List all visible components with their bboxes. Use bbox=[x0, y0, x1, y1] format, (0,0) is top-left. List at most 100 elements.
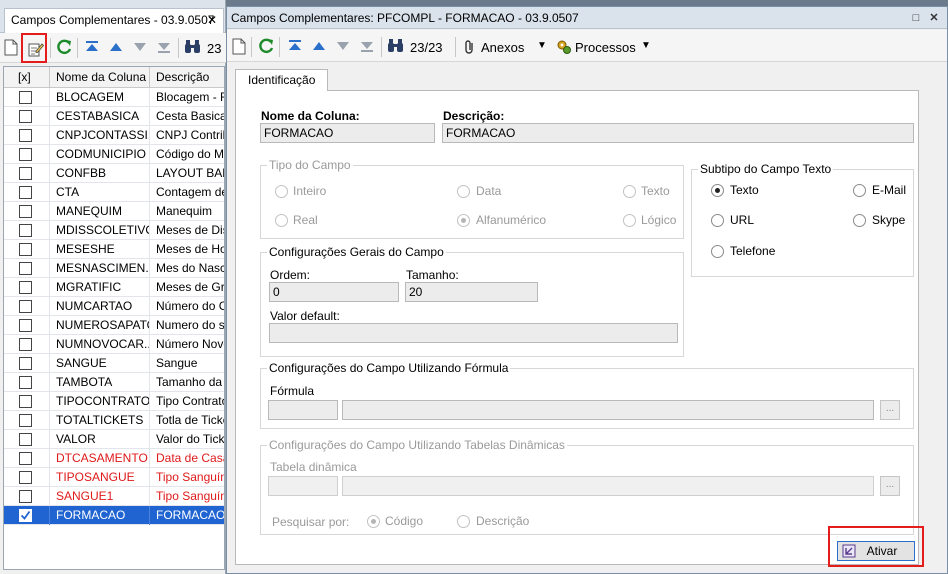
row-checkbox[interactable] bbox=[19, 91, 32, 104]
table-row[interactable]: NUMCARTAONúmero do Car bbox=[4, 297, 224, 316]
row-checkbox[interactable] bbox=[19, 281, 32, 294]
edit-button[interactable] bbox=[21, 33, 47, 63]
refresh-icon[interactable] bbox=[257, 37, 275, 55]
table-row[interactable]: CTAContagem de T bbox=[4, 183, 224, 202]
radio-texto[interactable] bbox=[623, 185, 636, 198]
row-name-cell[interactable]: MGRATIFIC bbox=[50, 278, 150, 297]
column-header-select[interactable]: [x] bbox=[4, 67, 50, 88]
row-description-cell[interactable]: Tipo Sanguíne bbox=[150, 468, 224, 487]
table-row[interactable]: TOTALTICKETSTotla de Ticket bbox=[4, 411, 224, 430]
row-checkbox[interactable] bbox=[19, 224, 32, 237]
row-select-cell[interactable] bbox=[4, 240, 50, 259]
radio-email[interactable] bbox=[853, 184, 866, 197]
table-row[interactable]: SANGUE1Tipo Sanguíne bbox=[4, 487, 224, 506]
row-checkbox[interactable] bbox=[19, 319, 32, 332]
table-row[interactable]: CESTABASICA Cesta Basica bbox=[4, 107, 224, 126]
last-record-icon[interactable] bbox=[359, 38, 377, 56]
radio-skype[interactable] bbox=[853, 214, 866, 227]
valor-default-field[interactable] bbox=[269, 323, 678, 343]
row-select-cell[interactable] bbox=[4, 316, 50, 335]
row-checkbox[interactable] bbox=[19, 205, 32, 218]
row-name-cell[interactable]: MDISSCOLETIVO bbox=[50, 221, 150, 240]
table-row[interactable]: CONFBBLAYOUT BANC bbox=[4, 164, 224, 183]
row-checkbox[interactable] bbox=[19, 376, 32, 389]
row-checkbox[interactable] bbox=[19, 110, 32, 123]
row-name-cell[interactable]: NUMCARTAO bbox=[50, 297, 150, 316]
table-row[interactable]: MESESHEMeses de Hora bbox=[4, 240, 224, 259]
binoculars-icon[interactable] bbox=[387, 38, 405, 56]
row-description-cell[interactable]: LAYOUT BANC bbox=[150, 164, 224, 183]
tabela-code-field[interactable] bbox=[268, 476, 338, 496]
table-row[interactable]: SANGUE Sangue bbox=[4, 354, 224, 373]
row-checkbox[interactable] bbox=[19, 471, 32, 484]
table-row[interactable]: NUMEROSAPATONumero do sap bbox=[4, 316, 224, 335]
new-document-icon[interactable] bbox=[4, 39, 22, 57]
row-name-cell[interactable]: TAMBOTA bbox=[50, 373, 150, 392]
ordem-field[interactable]: 0 bbox=[269, 282, 399, 302]
row-name-cell[interactable]: NUMEROSAPATO bbox=[50, 316, 150, 335]
last-record-icon[interactable] bbox=[156, 39, 174, 57]
first-record-icon[interactable] bbox=[84, 39, 102, 57]
row-name-cell[interactable]: TIPOCONTRATO bbox=[50, 392, 150, 411]
row-select-cell[interactable] bbox=[4, 259, 50, 278]
row-checkbox[interactable] bbox=[19, 414, 32, 427]
row-name-cell[interactable]: MESNASCIMEN... bbox=[50, 259, 150, 278]
row-name-cell[interactable]: FORMACAO bbox=[50, 506, 150, 525]
row-description-cell[interactable]: Número do Car bbox=[150, 297, 224, 316]
formula-browse-button[interactable]: ... bbox=[880, 400, 900, 420]
row-description-cell[interactable]: CNPJ Contribui bbox=[150, 126, 224, 145]
formula-field[interactable] bbox=[342, 400, 874, 420]
row-checkbox[interactable] bbox=[19, 490, 32, 503]
table-row[interactable]: MANEQUIM Manequim bbox=[4, 202, 224, 221]
radio-url[interactable] bbox=[711, 214, 724, 227]
new-document-icon[interactable] bbox=[232, 38, 250, 56]
row-select-cell[interactable] bbox=[4, 335, 50, 354]
descricao-field[interactable]: FORMACAO bbox=[442, 123, 914, 143]
row-name-cell[interactable]: BLOCAGEM bbox=[50, 88, 150, 107]
table-row[interactable]: VALORValor do Ticket bbox=[4, 430, 224, 449]
row-select-cell[interactable] bbox=[4, 126, 50, 145]
row-name-cell[interactable]: CODMUNICIPIO bbox=[50, 145, 150, 164]
column-header-description[interactable]: Descrição bbox=[150, 67, 224, 88]
row-name-cell[interactable]: CTA bbox=[50, 183, 150, 202]
previous-record-icon[interactable] bbox=[108, 39, 126, 57]
row-select-cell[interactable] bbox=[4, 449, 50, 468]
row-checkbox[interactable] bbox=[19, 509, 32, 522]
row-description-cell[interactable]: Meses de Diss bbox=[150, 221, 224, 240]
row-select-cell[interactable] bbox=[4, 278, 50, 297]
radio-subtipo-texto[interactable] bbox=[711, 184, 724, 197]
row-name-cell[interactable]: NUMNOVOCAR... bbox=[50, 335, 150, 354]
row-select-cell[interactable] bbox=[4, 468, 50, 487]
table-row[interactable]: TIPOCONTRATOTipo Contrato F bbox=[4, 392, 224, 411]
formula-code-field[interactable] bbox=[268, 400, 338, 420]
tamanho-field[interactable]: 20 bbox=[405, 282, 538, 302]
row-select-cell[interactable] bbox=[4, 411, 50, 430]
row-select-cell[interactable] bbox=[4, 183, 50, 202]
ativar-button[interactable]: Ativar bbox=[837, 541, 915, 561]
row-name-cell[interactable]: MANEQUIM bbox=[50, 202, 150, 221]
table-row[interactable]: MGRATIFICMeses de Grati bbox=[4, 278, 224, 297]
row-description-cell[interactable]: Tamanho da B bbox=[150, 373, 224, 392]
binoculars-icon[interactable] bbox=[184, 39, 202, 57]
row-description-cell[interactable]: Código do Mun bbox=[150, 145, 224, 164]
row-description-cell[interactable]: Contagem de T bbox=[150, 183, 224, 202]
tabela-dinamica-field[interactable] bbox=[342, 476, 874, 496]
radio-alfanumerico[interactable] bbox=[457, 214, 470, 227]
row-name-cell[interactable]: SANGUE1 bbox=[50, 487, 150, 506]
previous-record-icon[interactable] bbox=[311, 38, 329, 56]
tabela-browse-button[interactable]: ... bbox=[880, 476, 900, 496]
row-description-cell[interactable]: FORMACAO bbox=[150, 506, 224, 525]
row-name-cell[interactable]: VALOR bbox=[50, 430, 150, 449]
row-select-cell[interactable] bbox=[4, 145, 50, 164]
row-select-cell[interactable] bbox=[4, 373, 50, 392]
refresh-icon[interactable] bbox=[55, 38, 73, 56]
row-checkbox[interactable] bbox=[19, 300, 32, 313]
row-name-cell[interactable]: CESTABASICA bbox=[50, 107, 150, 126]
row-name-cell[interactable]: SANGUE bbox=[50, 354, 150, 373]
table-row[interactable]: MDISSCOLETIVOMeses de Diss bbox=[4, 221, 224, 240]
tab-identificacao[interactable]: Identificação bbox=[235, 69, 329, 91]
row-select-cell[interactable] bbox=[4, 430, 50, 449]
row-description-cell[interactable]: Manequim bbox=[150, 202, 224, 221]
next-record-icon[interactable] bbox=[132, 39, 150, 57]
row-select-cell[interactable] bbox=[4, 221, 50, 240]
